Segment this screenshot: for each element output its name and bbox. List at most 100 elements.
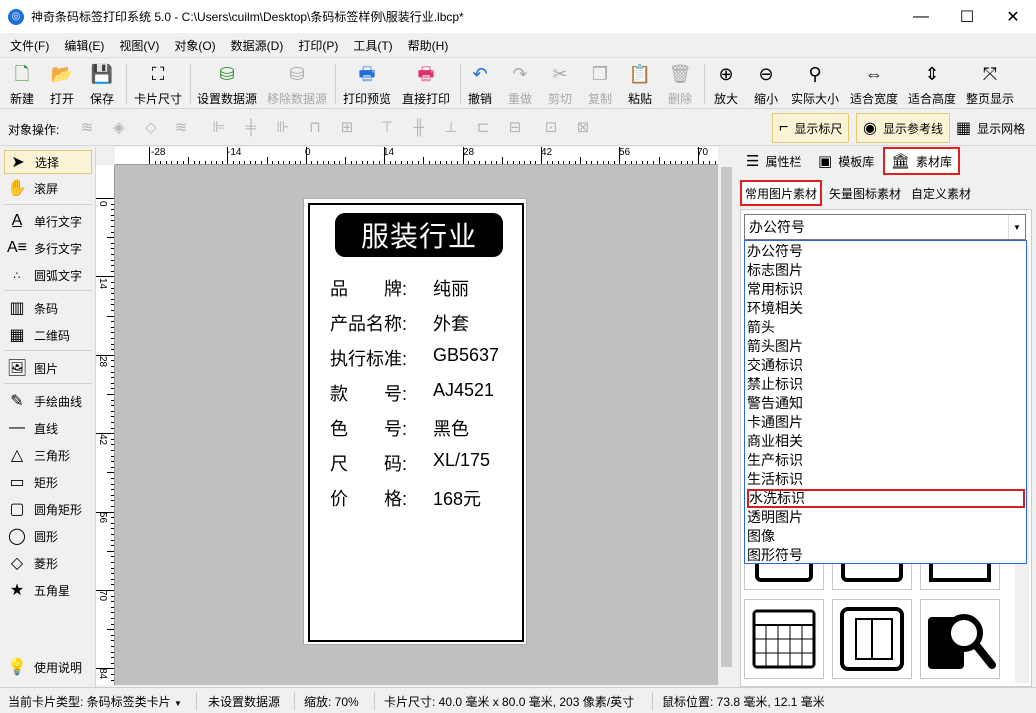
- label-title[interactable]: 服装行业: [335, 213, 503, 257]
- label-row[interactable]: 品 牌: 纯丽: [330, 275, 520, 299]
- dropdown-option[interactable]: 常用标识: [747, 280, 1025, 299]
- print-preview-button[interactable]: 🖶 打印预览: [343, 62, 391, 108]
- show-ruler-toggle[interactable]: ⌐ 显示标尺: [772, 113, 850, 143]
- dropdown-option[interactable]: 标志图片: [747, 261, 1025, 280]
- new-button[interactable]: 🗋 新建: [10, 62, 34, 108]
- remove-datasource-button[interactable]: ⛁ 移除数据源: [267, 62, 327, 108]
- dropdown-option[interactable]: 办公符号: [747, 242, 1025, 261]
- align-right-icon[interactable]: ⊪: [274, 119, 292, 137]
- fit-width-button[interactable]: ⇔ 适合宽度: [850, 62, 898, 108]
- align-center-icon[interactable]: ╪: [242, 119, 260, 137]
- menu-view[interactable]: 视图(V): [109, 37, 164, 54]
- image-tool[interactable]: 🖼 图片: [4, 356, 92, 380]
- arc-text-tool[interactable]: ∴ 圆弧文字: [4, 263, 92, 287]
- freehand-tool[interactable]: ✎ 手绘曲线: [4, 389, 92, 413]
- menu-datasource[interactable]: 数据源(D): [221, 37, 289, 54]
- label-row[interactable]: 色 号: 黑色: [330, 415, 520, 439]
- show-grid-toggle[interactable]: ▦ 显示网格: [950, 113, 1031, 143]
- dropdown-option[interactable]: 禁止标识: [747, 375, 1025, 394]
- menu-help[interactable]: 帮助(H): [398, 37, 454, 54]
- same-width-icon[interactable]: ⊓: [306, 119, 324, 137]
- dropdown-option[interactable]: 箭头: [747, 318, 1025, 337]
- zoom-in-button[interactable]: ⊕ 放大: [714, 62, 738, 108]
- subtab-common-images[interactable]: 常用图片素材: [740, 180, 823, 206]
- star-tool[interactable]: ★ 五角星: [4, 578, 92, 602]
- undo-button[interactable]: ↶ 撤销: [468, 62, 492, 108]
- scrollbar-thumb[interactable]: [721, 167, 732, 667]
- layer-bring-front-icon[interactable]: ≋: [78, 119, 96, 137]
- menu-file[interactable]: 文件(F): [0, 37, 54, 54]
- menu-edit[interactable]: 编辑(E): [54, 37, 109, 54]
- layer-forward-icon[interactable]: ◈: [110, 119, 128, 137]
- dropdown-option[interactable]: 环境相关: [747, 299, 1025, 318]
- show-guides-toggle[interactable]: ◉ 显示参考线: [856, 113, 950, 143]
- align-left-icon[interactable]: ⊫: [210, 119, 228, 137]
- align-middle-icon[interactable]: ╫: [410, 119, 428, 137]
- direct-print-button[interactable]: 🖶 直接打印: [402, 62, 450, 108]
- dropdown-option[interactable]: 交通标识: [747, 356, 1025, 375]
- ellipse-tool[interactable]: ◯ 圆形: [4, 524, 92, 548]
- label-row[interactable]: 产品名称: 外套: [330, 310, 520, 334]
- delete-button[interactable]: 🗑 删除: [668, 62, 692, 108]
- actual-size-button[interactable]: ⚲ 实际大小: [791, 62, 839, 108]
- distribute-v-icon[interactable]: ⊟: [506, 119, 524, 137]
- save-button[interactable]: 💾 保存: [90, 62, 114, 108]
- rectangle-tool[interactable]: ▭ 矩形: [4, 470, 92, 494]
- dropdown-option[interactable]: 箭头图片: [747, 337, 1025, 356]
- line-tool[interactable]: — 直线: [4, 416, 92, 440]
- category-select[interactable]: 办公符号 ▼: [744, 214, 1026, 240]
- group-icon[interactable]: ⊡: [542, 119, 560, 137]
- select-tool[interactable]: ➤ 选择: [4, 150, 92, 174]
- layer-send-back-icon[interactable]: ≋: [172, 119, 190, 137]
- horizontal-ruler[interactable]: -28 -14 0 14 28 42 56 70: [115, 147, 718, 165]
- tab-templates[interactable]: ▣ 模板库: [812, 147, 880, 175]
- cut-button[interactable]: ✂ 剪切: [548, 62, 572, 108]
- help-tool[interactable]: 💡 使用说明: [4, 655, 92, 679]
- align-top-icon[interactable]: ⊤: [378, 119, 396, 137]
- paste-button[interactable]: 📋 粘贴: [628, 62, 652, 108]
- same-height-icon[interactable]: ⊏: [474, 119, 492, 137]
- ungroup-icon[interactable]: ⊠: [574, 119, 592, 137]
- dropdown-option[interactable]: 生活标识: [747, 470, 1025, 489]
- tab-properties[interactable]: ☰ 属性栏: [740, 147, 807, 175]
- dropdown-option[interactable]: 卡通图片: [747, 413, 1025, 432]
- maximize-button[interactable]: ☐: [944, 0, 990, 33]
- triangle-tool[interactable]: △ 三角形: [4, 443, 92, 467]
- zoom-out-button[interactable]: ⊖ 缩小: [754, 62, 778, 108]
- material-thumbnail[interactable]: [744, 599, 824, 679]
- diamond-tool[interactable]: ◇ 菱形: [4, 551, 92, 575]
- menu-print[interactable]: 打印(P): [288, 37, 343, 54]
- dropdown-option[interactable]: 图像: [747, 527, 1025, 546]
- material-thumbnail[interactable]: [832, 599, 912, 679]
- dropdown-option[interactable]: 警告通知: [747, 394, 1025, 413]
- dropdown-option[interactable]: 生产标识: [747, 451, 1025, 470]
- label-card[interactable]: 服装行业 品 牌: 纯丽 产品名称: 外套 执行标准: GB5637 款 号: AJ45…: [303, 198, 527, 645]
- tab-materials[interactable]: 🏛 素材库: [883, 147, 961, 175]
- label-border[interactable]: 服装行业 品 牌: 纯丽 产品名称: 外套 执行标准: GB5637 款 号: AJ45…: [308, 203, 524, 642]
- redo-button[interactable]: ↷ 重做: [508, 62, 532, 108]
- qrcode-tool[interactable]: ▦ 二维码: [4, 323, 92, 347]
- single-text-tool[interactable]: A̲ 单行文字: [4, 209, 92, 233]
- canvas-vertical-scrollbar[interactable]: [718, 147, 734, 685]
- copy-button[interactable]: ❐ 复制: [588, 62, 612, 108]
- label-row[interactable]: 款 号: AJ4521: [330, 380, 520, 404]
- scroll-tool[interactable]: ✋ 滚屏: [4, 176, 92, 200]
- fit-height-button[interactable]: ⇕ 适合高度: [908, 62, 956, 108]
- label-row[interactable]: 尺 码: XL/175: [330, 450, 520, 474]
- dropdown-option[interactable]: 图形符号: [747, 546, 1025, 565]
- menu-tools[interactable]: 工具(T): [343, 37, 397, 54]
- label-row[interactable]: 执行标准: GB5637: [330, 345, 520, 369]
- layer-backward-icon[interactable]: ◇: [142, 119, 160, 137]
- dropdown-option[interactable]: 商业相关: [747, 432, 1025, 451]
- chevron-down-icon[interactable]: ▼: [1008, 215, 1025, 239]
- set-datasource-button[interactable]: ⛁ 设置数据源: [197, 62, 257, 108]
- material-thumbnail[interactable]: [920, 599, 1000, 679]
- dropdown-option-highlighted[interactable]: 水洗标识: [747, 489, 1025, 508]
- dropdown-option[interactable]: 透明图片: [747, 508, 1025, 527]
- multi-text-tool[interactable]: A≡ 多行文字: [4, 236, 92, 260]
- fit-page-button[interactable]: ⤧ 整页显示: [966, 62, 1014, 108]
- minimize-button[interactable]: —: [898, 0, 944, 33]
- subtab-custom[interactable]: 自定义素材: [908, 180, 974, 206]
- label-row[interactable]: 价 格: 168元: [330, 485, 520, 509]
- vertical-ruler[interactable]: 0 14 28 42 56 70 84: [96, 165, 115, 685]
